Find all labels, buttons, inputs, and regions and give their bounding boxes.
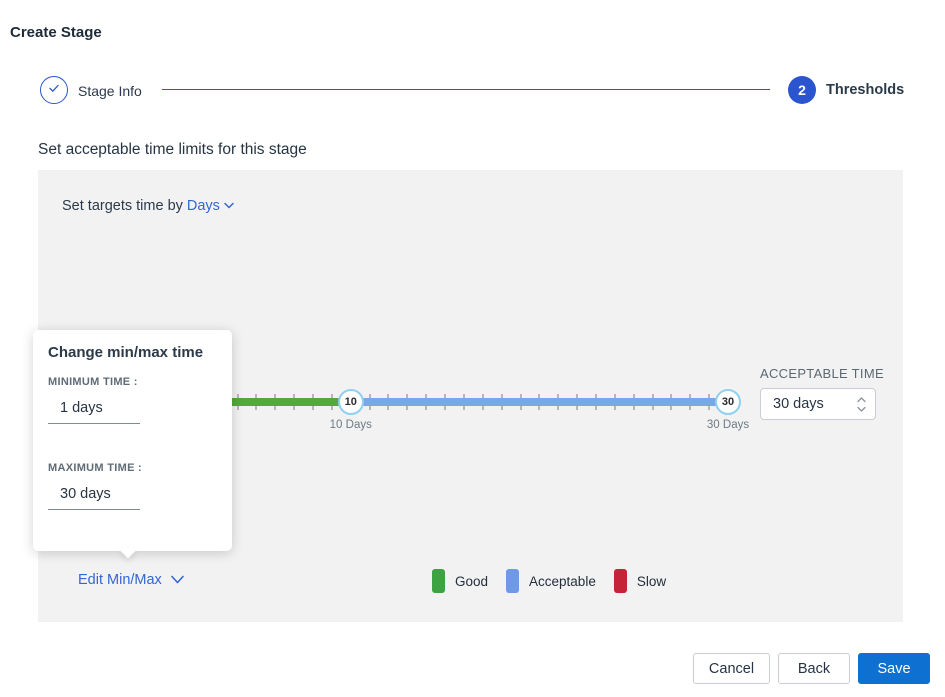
minimum-time-field[interactable]: 1 days [60,400,103,416]
create-stage-dialog: Create Stage Stage Info 2 Thresholds Set… [0,0,945,697]
stepper-connector [162,89,770,90]
slider-min-axis-label: 10 Days [330,419,372,431]
targets-unit-dropdown[interactable]: Days [187,198,234,214]
check-icon [47,81,61,100]
minimum-time-label: MINIMUM TIME : [48,376,138,388]
step-thresholds-indicator[interactable]: 2 [788,76,816,104]
cancel-button[interactable]: Cancel [693,653,770,684]
maximum-time-label: MAXIMUM TIME : [48,462,142,474]
step-stage-info-indicator[interactable] [40,76,68,104]
edit-minmax-link[interactable]: Edit Min/Max [78,572,184,588]
legend-label-acceptable: Acceptable [529,574,596,589]
chevron-down-icon [220,198,234,214]
step-thresholds-label[interactable]: Thresholds [826,82,904,98]
slider-handle-max[interactable]: 30 [715,389,741,415]
legend-label-slow: Slow [637,574,666,589]
maximum-time-field[interactable]: 30 days [60,486,111,502]
acceptable-time-input[interactable]: 30 days [760,388,876,420]
minimum-time-underline [48,423,140,424]
legend: Good Acceptable Slow [432,569,666,593]
page-title: Create Stage [10,24,102,41]
maximum-time-underline [48,509,140,510]
slider-handle-min[interactable]: 10 [338,389,364,415]
chevron-down-icon [171,572,184,588]
targets-row: Set targets time byDays [62,198,234,214]
acceptable-time-label: ACCEPTABLE TIME [760,366,884,381]
legend-swatch-good [432,569,445,593]
targets-prefix-label: Set targets time by [62,198,183,214]
legend-swatch-acceptable [506,569,519,593]
stepper-up-icon[interactable] [857,397,866,403]
popover-title: Change min/max time [48,344,203,361]
legend-label-good: Good [455,574,488,589]
back-button[interactable]: Back [778,653,850,684]
section-heading: Set acceptable time limits for this stag… [38,141,307,159]
legend-item-slow: Slow [614,569,666,593]
edit-minmax-label: Edit Min/Max [78,572,162,588]
stepper-down-icon[interactable] [857,406,866,412]
targets-unit-value: Days [187,198,220,214]
step-stage-info-label[interactable]: Stage Info [78,83,142,99]
legend-item-good: Good [432,569,488,593]
save-button[interactable]: Save [858,653,930,684]
legend-swatch-slow [614,569,627,593]
time-range-slider[interactable]: 10 30 10 Days 30 Days [181,389,728,415]
slider-max-axis-label: 30 Days [707,419,749,431]
change-minmax-popover: Change min/max time MINIMUM TIME : 1 day… [33,330,232,551]
acceptable-time-value: 30 days [761,396,857,412]
legend-item-acceptable: Acceptable [506,569,596,593]
